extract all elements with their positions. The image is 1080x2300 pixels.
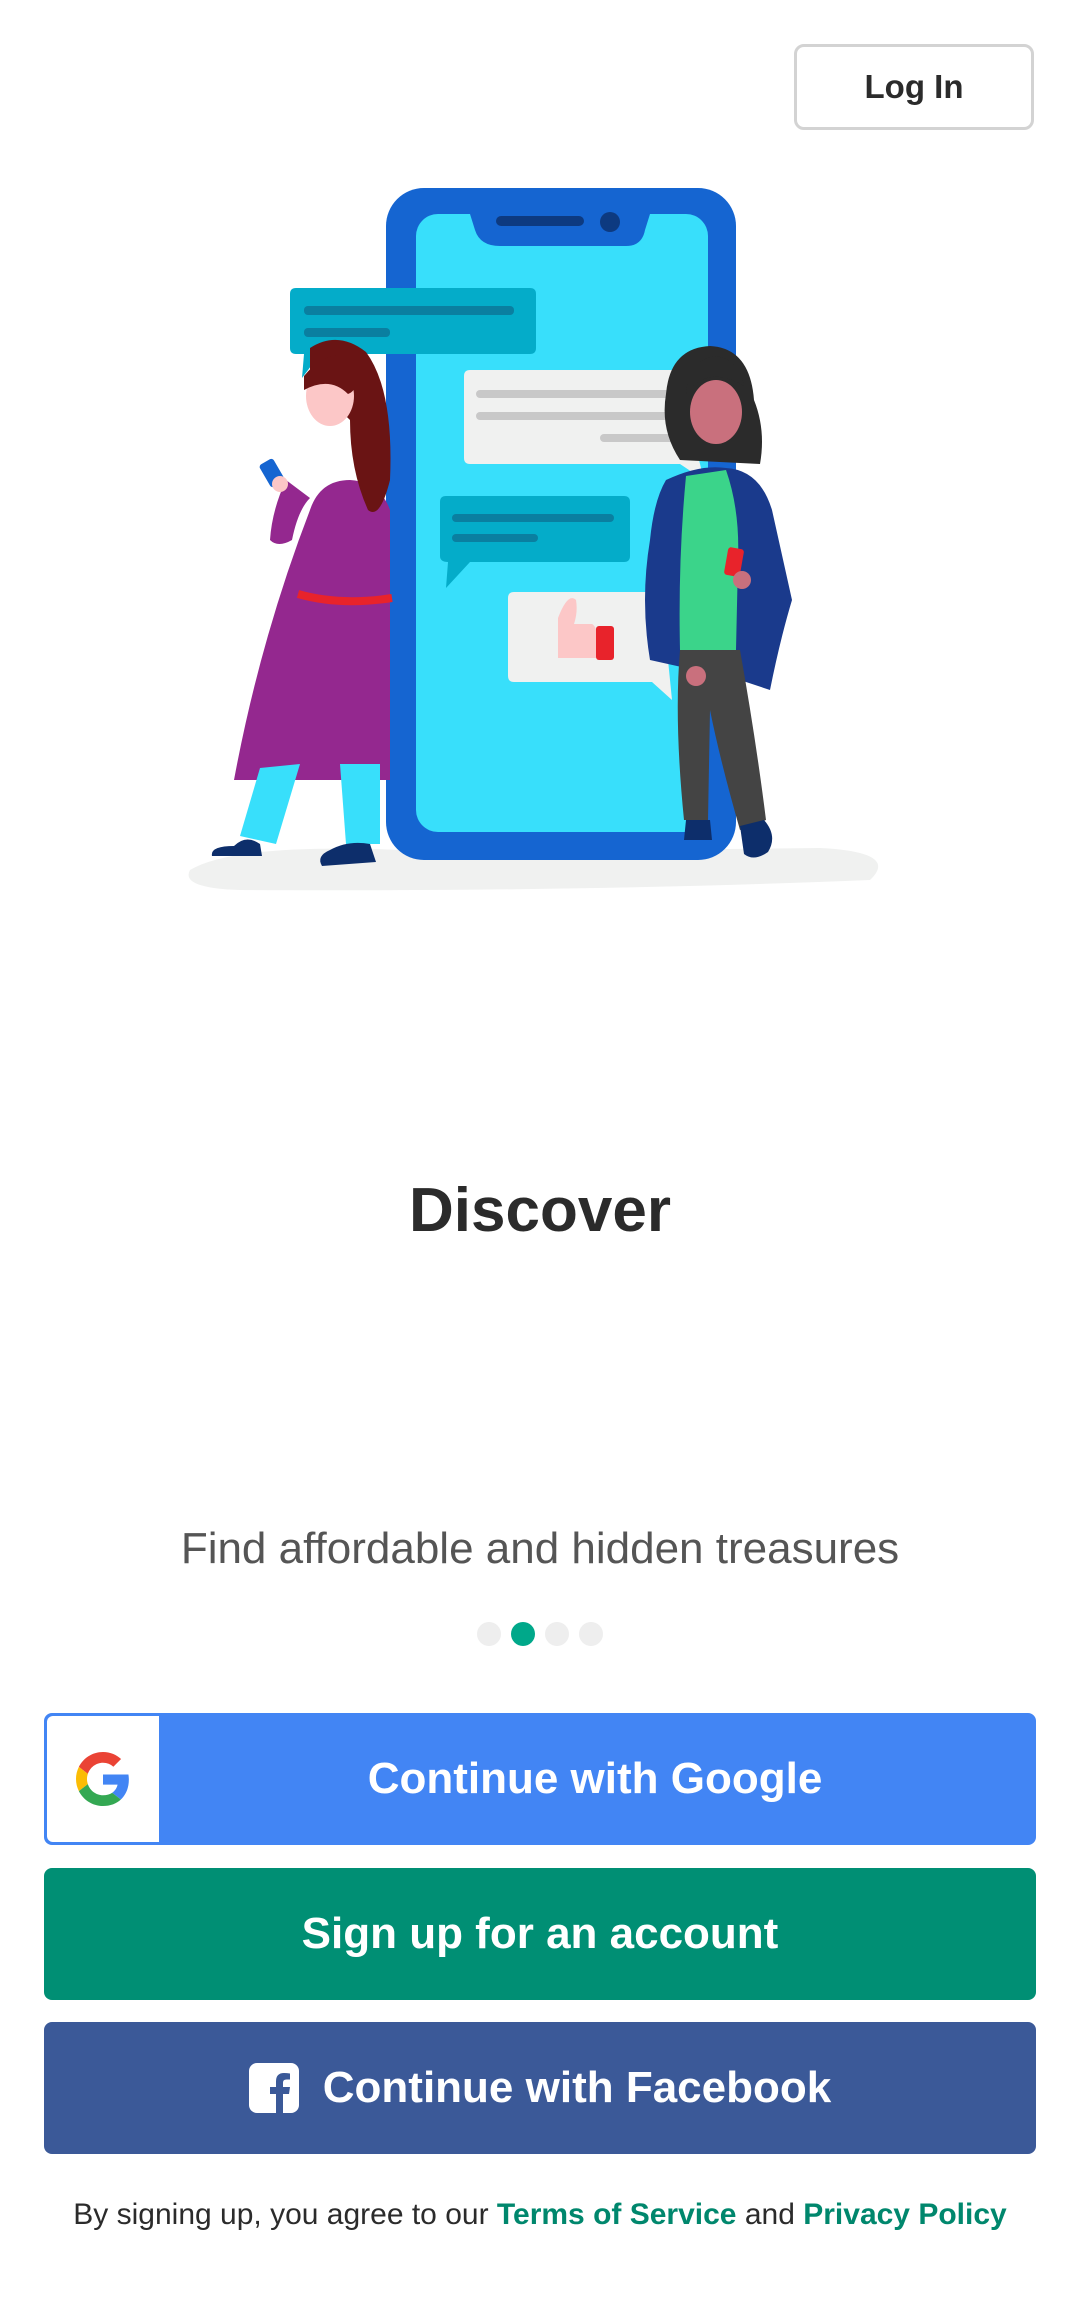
terms-of-service-link[interactable]: Terms of Service <box>497 2198 737 2231</box>
privacy-policy-link[interactable]: Privacy Policy <box>803 2198 1006 2231</box>
legal-conjunction: and <box>744 2198 795 2231</box>
page-dot-3[interactable] <box>545 1622 569 1646</box>
sign-up-button[interactable]: Sign up for an account <box>44 1868 1036 2000</box>
google-g-icon <box>76 1752 129 1806</box>
continue-with-google-button[interactable]: Continue with Google <box>44 1713 1036 1845</box>
facebook-button-label: Continue with Facebook <box>322 2063 832 2112</box>
page-dot-4[interactable] <box>579 1622 603 1646</box>
page-subtitle: Find affordable and hidden treasures <box>180 1524 900 1573</box>
onboarding-illustration <box>188 188 879 891</box>
page-dot-2-active[interactable] <box>511 1622 535 1646</box>
legal-prefix: By signing up, you agree to our <box>73 2198 489 2231</box>
pagination-dots[interactable] <box>0 1622 1080 1646</box>
login-button[interactable]: Log In <box>794 44 1034 130</box>
page-title: Discover <box>409 1176 671 1245</box>
sign-up-button-label: Sign up for an account <box>301 1909 779 1958</box>
legal-text: By signing up, you agree to our Terms of… <box>0 2198 1080 2232</box>
page-dot-1[interactable] <box>477 1622 501 1646</box>
continue-with-facebook-button[interactable]: Continue with Facebook <box>44 2022 1036 2154</box>
google-button-label: Continue with Google <box>367 1754 823 1803</box>
google-logo-box <box>47 1716 159 1842</box>
facebook-f-icon <box>248 2063 299 2113</box>
